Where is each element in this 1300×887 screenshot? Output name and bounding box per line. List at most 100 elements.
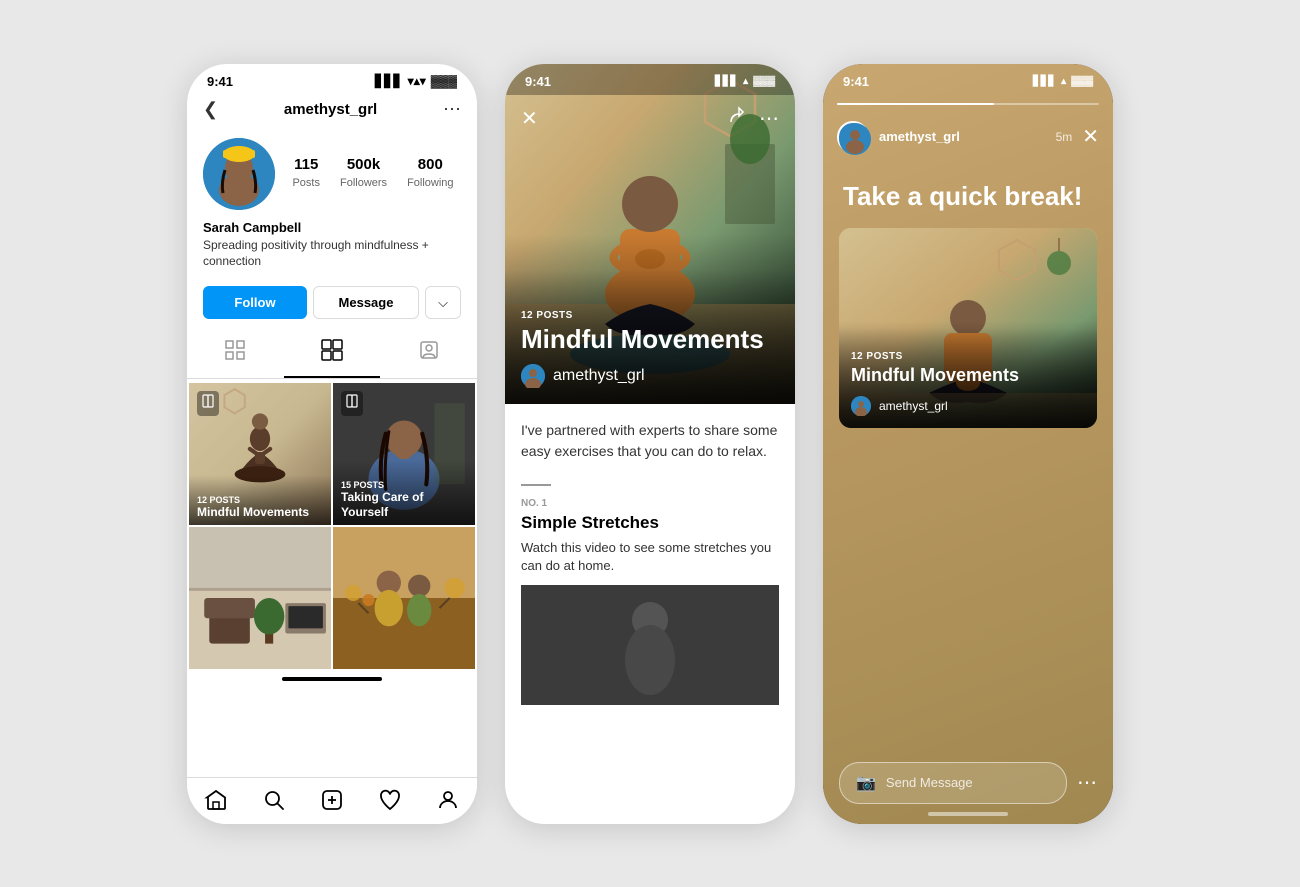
wifi-icon-2: ▴	[743, 76, 748, 87]
bio-text: Spreading positivity through mindfulness…	[203, 237, 461, 271]
phone-profile: 9:41 ▋▋▋ ▾▴▾ ▓▓▓ ❮ amethyst_grl ⋯	[187, 64, 477, 824]
guide-header: ✕ ⋯	[505, 100, 795, 137]
signal-icon-3: ▋▋▋	[1033, 76, 1056, 87]
status-bar-1: 9:41 ▋▋▋ ▾▴▾ ▓▓▓	[187, 64, 477, 95]
battery-icon: ▓▓▓	[431, 74, 457, 88]
story-progress-bar	[837, 103, 1099, 105]
guide-section-num: NO. 1	[505, 498, 795, 509]
following-label: Following	[407, 177, 453, 189]
followers-label: Followers	[340, 177, 387, 189]
wifi-icon-3: ▴	[1061, 76, 1066, 87]
send-placeholder: Send Message	[886, 775, 973, 790]
status-icons-2: ▋▋▋ ▴ ▓▓▓	[715, 76, 775, 87]
action-row: Follow Message ⌵	[187, 280, 477, 329]
story-card-author-row: amethyst_grl	[851, 396, 1085, 416]
profile-header: ❮ amethyst_grl ⋯	[187, 95, 477, 130]
posts-stat: 115 Posts	[292, 156, 320, 191]
message-button[interactable]: Message	[313, 286, 419, 319]
avatar	[203, 138, 275, 210]
guide-posts-count: 12 POSTS	[521, 310, 779, 321]
chevron-down-icon: ⌵	[438, 295, 448, 311]
battery-icon-3: ▓▓▓	[1071, 76, 1093, 87]
tab-tagged[interactable]	[380, 329, 477, 378]
grid-icon	[225, 340, 245, 365]
grid-item-1-posts: 12 POSTS	[197, 495, 323, 505]
story-card-author: amethyst_grl	[879, 399, 948, 413]
status-icons-3: ▋▋▋ ▴ ▓▓▓	[1033, 76, 1093, 87]
nav-create[interactable]	[320, 788, 344, 818]
story-card-author-avatar	[851, 396, 871, 416]
story-card-posts: 12 POSTS	[851, 351, 1085, 362]
status-icons-1: ▋▋▋ ▾▴▾ ▓▓▓	[375, 74, 457, 88]
guide-section-title: Simple Stretches	[505, 509, 795, 539]
phone-story: 9:41 ▋▋▋ ▴ ▓▓▓ amethyst_grl 5m ✕ Take a …	[823, 64, 1113, 824]
story-send-input[interactable]: 📷 Send Message	[839, 762, 1067, 804]
time-3: 9:41	[843, 74, 869, 89]
followers-count: 500k	[340, 156, 387, 173]
guide-author-name: amethyst_grl	[553, 367, 645, 385]
story-headline: Take a quick break!	[823, 161, 1113, 228]
guide-section-image	[521, 585, 779, 705]
grid-item-2-posts: 15 POSTS	[341, 480, 467, 490]
grid-item-3[interactable]	[189, 527, 331, 669]
story-card-title: Mindful Movements	[851, 366, 1085, 386]
grid-item-1-label: 12 POSTS Mindful Movements	[189, 475, 331, 525]
share-button[interactable]	[725, 106, 745, 131]
content-grid: 12 POSTS Mindful Movements	[187, 381, 477, 671]
home-indicator-1	[282, 677, 382, 681]
battery-icon-2: ▓▓▓	[753, 76, 775, 87]
dropdown-button[interactable]: ⌵	[425, 286, 461, 319]
story-time: 5m	[1056, 130, 1073, 144]
profile-stats: 115 Posts 500k Followers 800 Following	[187, 130, 477, 218]
signal-icon-2: ▋▋▋	[715, 76, 738, 87]
person-tag-icon	[419, 340, 439, 365]
signal-icon: ▋▋▋	[375, 74, 403, 88]
profile-username: amethyst_grl	[284, 101, 377, 118]
back-button[interactable]: ❮	[203, 99, 218, 120]
story-send-area: 📷 Send Message ⋯	[839, 762, 1097, 804]
guide-description: I've partnered with experts to share som…	[505, 404, 795, 472]
grid-item-2[interactable]: 15 POSTS Taking Care of Yourself	[333, 383, 475, 525]
tab-grid[interactable]	[187, 329, 284, 378]
story-close-button[interactable]: ✕	[1082, 124, 1099, 149]
story-progress-fill	[837, 103, 994, 105]
story-card[interactable]: 12 POSTS Mindful Movements amethyst_grl	[839, 228, 1097, 428]
grid-item-4[interactable]	[333, 527, 475, 669]
posts-label: Posts	[292, 177, 320, 189]
profile-bio: Sarah Campbell Spreading positivity thro…	[187, 218, 477, 281]
camera-icon: 📷	[856, 773, 876, 793]
following-count: 800	[407, 156, 453, 173]
close-button-guide[interactable]: ✕	[521, 106, 538, 131]
nav-heart[interactable]	[378, 788, 402, 818]
guide-cover-overlay: 12 POSTS Mindful Movements amethyst_grl	[505, 270, 795, 404]
follow-button[interactable]: Follow	[203, 286, 307, 319]
more-button-guide[interactable]: ⋯	[759, 106, 779, 131]
home-indicator-3	[928, 812, 1008, 816]
bio-name: Sarah Campbell	[203, 220, 461, 235]
story-card-image: 12 POSTS Mindful Movements amethyst_grl	[839, 228, 1097, 428]
story-header: amethyst_grl 5m ✕	[823, 113, 1113, 161]
guide-cover-image: ✕ ⋯ 12 POSTS Mindful Movements amethyst_…	[505, 64, 795, 404]
grid-item-1-title: Mindful Movements	[197, 505, 323, 519]
stats-row: 115 Posts 500k Followers 800 Following	[285, 156, 461, 191]
following-stat: 800 Following	[407, 156, 453, 191]
guide-author-avatar	[521, 364, 545, 388]
guide-body: I've partnered with experts to share som…	[505, 404, 795, 715]
nav-profile[interactable]	[436, 788, 460, 818]
time-2: 9:41	[525, 74, 551, 89]
guide-section-desc: Watch this video to see some stretches y…	[505, 539, 795, 575]
grid-item-1[interactable]: 12 POSTS Mindful Movements	[189, 383, 331, 525]
followers-stat: 500k Followers	[340, 156, 387, 191]
guide-author: amethyst_grl	[521, 364, 779, 388]
story-send-more-button[interactable]: ⋯	[1077, 770, 1097, 795]
more-button[interactable]: ⋯	[443, 99, 461, 120]
nav-home[interactable]	[204, 788, 228, 818]
time-1: 9:41	[207, 74, 233, 89]
tab-guides[interactable]	[284, 329, 381, 378]
story-username: amethyst_grl	[879, 129, 1046, 144]
guide-title: Mindful Movements	[521, 325, 779, 354]
nav-search[interactable]	[262, 788, 286, 818]
grid-item-2-title: Taking Care of Yourself	[341, 490, 467, 519]
wifi-icon: ▾▴▾	[408, 74, 426, 88]
status-bar-2: 9:41 ▋▋▋ ▴ ▓▓▓	[505, 64, 795, 95]
